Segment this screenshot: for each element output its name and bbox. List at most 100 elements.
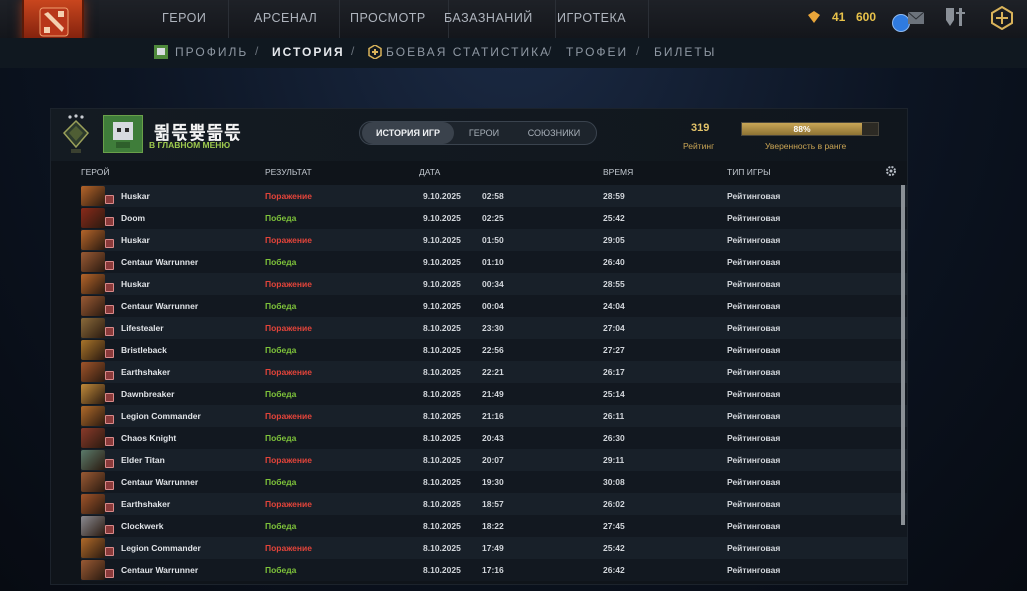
col-game-type[interactable]: ТИП ИГРЫ [727,167,771,177]
chat-button[interactable] [888,6,928,32]
role-icon [105,283,114,292]
hero-name: Huskar [121,191,150,201]
dota-plus-icon[interactable] [990,6,1014,30]
match-row[interactable]: Legion Commander Поражение 8.10.2025 21:16 2… [81,405,907,427]
currency-display[interactable]: 41 600 [806,8,880,28]
match-history-panel: 뛺뜫쁒뜲뜫 В ГЛАВНОМ МЕНЮ ИСТОРИЯ ИГР ГЕРОИ С… [50,108,908,585]
match-type: Рейтинговая [727,477,781,487]
match-row[interactable]: Huskar Поражение 9.10.2025 00:34 28:55 Рейтин… [81,273,907,295]
match-row[interactable]: Centaur Warrunner Победа 8.10.2025 17:16 26:… [81,559,907,581]
mail-icon [908,12,924,24]
match-result: Поражение [265,367,312,377]
match-row[interactable]: Legion Commander Поражение 8.10.2025 17:49 2… [81,537,907,559]
match-type: Рейтинговая [727,235,781,245]
subnav-profile[interactable]: ПРОФИЛЬ [175,45,248,59]
match-date: 9.10.2025 [423,213,461,223]
match-time: 02:25 [482,213,504,223]
hero-portrait [81,428,105,448]
match-row[interactable]: Doom Победа 9.10.2025 02:25 25:42 Рейтинговая [81,207,907,229]
hero-portrait [81,406,105,426]
role-icon [105,393,114,402]
guild-icon[interactable] [944,6,968,28]
confidence-label: Уверенность в ранге [765,141,847,151]
match-date: 8.10.2025 [423,565,461,575]
hero-name: Bristleback [121,345,167,355]
match-duration: 28:59 [603,191,625,201]
col-hero[interactable]: ГЕРОЙ [81,167,109,177]
col-result[interactable]: РЕЗУЛЬТАТ [265,167,312,177]
match-date: 8.10.2025 [423,433,461,443]
match-row[interactable]: Centaur Warrunner Победа 9.10.2025 00:04 24:… [81,295,907,317]
match-date: 8.10.2025 [423,455,461,465]
match-row[interactable]: Centaur Warrunner Победа 9.10.2025 01:10 26:… [81,251,907,273]
subnav-battle-stats[interactable]: БОЕВАЯ СТАТИСТИКА [386,45,550,59]
match-result: Поражение [265,279,312,289]
subnav-history[interactable]: ИСТОРИЯ [272,45,345,59]
tab-allies[interactable]: СОЮЗНИКИ [514,122,594,144]
rank-medal-icon [62,114,90,153]
role-icon [105,503,114,512]
tab-match-history[interactable]: ИСТОРИЯ ИГР [362,122,454,144]
match-duration: 26:11 [603,411,625,421]
match-row[interactable]: Clockwerk Победа 8.10.2025 18:22 27:45 Рейтин… [81,515,907,537]
nav-arsenal[interactable]: АРСЕНАЛ [232,0,341,38]
match-time: 17:16 [482,565,504,575]
col-date[interactable]: ДАТА [419,167,440,177]
confidence-bar: 88% [741,122,879,136]
match-time: 19:30 [482,477,504,487]
role-icon [105,371,114,380]
nav-arcade[interactable]: ИГРОТЕКА [535,0,650,38]
tab-heroes[interactable]: ГЕРОИ [456,122,512,144]
match-row[interactable]: Dawnbreaker Победа 8.10.2025 21:49 25:14 Рейт… [81,383,907,405]
nav-heroes[interactable]: ГЕРОИ [140,0,230,38]
match-date: 8.10.2025 [423,367,461,377]
match-row[interactable]: Centaur Warrunner Победа 8.10.2025 19:30 30:… [81,471,907,493]
match-row[interactable]: Huskar Поражение 9.10.2025 02:58 28:59 Рейтин… [81,185,907,207]
match-type: Рейтинговая [727,257,781,267]
hero-name: Huskar [121,235,150,245]
match-row[interactable]: Lifestealer Поражение 8.10.2025 23:30 27:04 Р… [81,317,907,339]
player-avatar[interactable] [103,115,143,153]
top-nav: ГЕРОИ АРСЕНАЛ ПРОСМОТР БАЗАЗНАНИЙ ИГРОТЕ… [0,0,1027,44]
match-row[interactable]: Chaos Knight Победа 8.10.2025 20:43 26:30 Рей… [81,427,907,449]
hero-portrait [81,230,105,250]
match-type: Рейтинговая [727,367,781,377]
match-date: 8.10.2025 [423,477,461,487]
role-icon [105,459,114,468]
match-time: 22:21 [482,367,504,377]
gear-icon[interactable] [885,165,897,177]
match-date: 9.10.2025 [423,235,461,245]
role-icon [105,327,114,336]
match-type: Рейтинговая [727,521,781,531]
match-duration: 29:05 [603,235,625,245]
scrollbar[interactable] [901,185,905,525]
match-row[interactable]: Earthshaker Поражение 8.10.2025 18:57 26:02 Р… [81,493,907,515]
match-duration: 28:55 [603,279,625,289]
match-date: 9.10.2025 [423,191,461,201]
hero-portrait [81,560,105,580]
match-time: 18:57 [482,499,504,509]
hero-portrait [81,362,105,382]
hero-portrait [81,340,105,360]
hero-name: Clockwerk [121,521,164,531]
match-type: Рейтинговая [727,455,781,465]
subnav-tickets[interactable]: БИЛЕТЫ [654,45,716,59]
match-result: Поражение [265,191,312,201]
hero-name: Chaos Knight [121,433,177,443]
match-row[interactable]: Earthshaker Поражение 8.10.2025 22:21 26:17 Р… [81,361,907,383]
match-row[interactable]: Bristleback Победа 8.10.2025 22:56 27:27 Рейт… [81,339,907,361]
match-duration: 26:42 [603,565,625,575]
match-type: Рейтинговая [727,279,781,289]
match-date: 9.10.2025 [423,301,461,311]
col-duration[interactable]: ВРЕМЯ [603,167,633,177]
dota-logo-icon [39,7,69,37]
confidence-value: 88% [793,124,811,134]
match-duration: 25:14 [603,389,625,399]
rating-value: 319 [691,122,710,134]
match-row[interactable]: Elder Titan Поражение 8.10.2025 20:07 29:11 Р… [81,449,907,471]
match-time: 00:04 [482,301,504,311]
subnav-trophies[interactable]: ТРОФЕИ [566,45,628,59]
match-duration: 26:30 [603,433,625,443]
match-duration: 30:08 [603,477,625,487]
match-row[interactable]: Huskar Поражение 9.10.2025 01:50 29:05 Рейтин… [81,229,907,251]
